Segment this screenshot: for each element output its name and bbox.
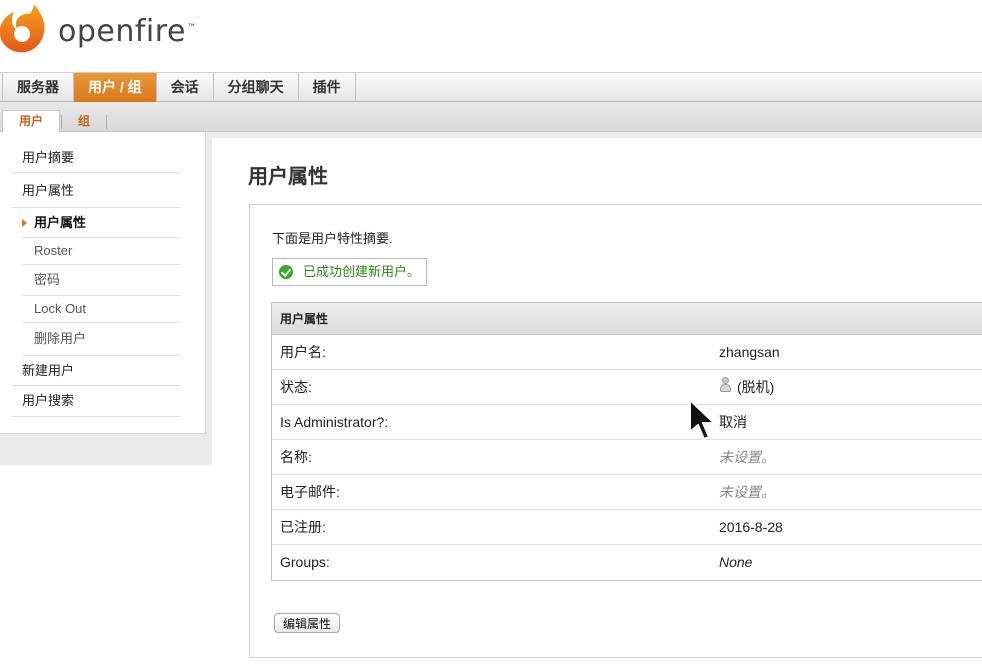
table-row: Is Administrator?: 取消 [272,405,982,440]
sidebar-subitem-password[interactable]: 密码 [22,265,180,296]
row-label: Groups: [280,554,330,570]
tab-plugins[interactable]: 插件 [299,73,356,102]
row-value-status: (脱机) [719,370,774,404]
sidebar-subitem-user-properties[interactable]: 用户属性 [22,208,180,238]
properties-table-header: 用户属性 [272,303,982,335]
openfire-logo-icon [0,4,45,53]
row-label: 状态: [280,379,312,395]
table-row: 用户名: zhangsan [272,335,982,370]
row-label: 已注册: [280,519,326,535]
success-check-icon [279,265,293,279]
mouse-pointer-icon [689,399,715,440]
subtab-users[interactable]: 用户 [2,110,60,132]
row-label: 名称: [280,449,312,465]
table-row: 名称: 未设置。 [272,440,982,475]
sidebar-item-user-search[interactable]: 用户搜索 [12,386,180,417]
row-value: 取消 [719,414,747,430]
row-value: 未设置。 [719,484,775,500]
tab-server[interactable]: 服务器 [2,73,74,102]
sidebar-item-new-user[interactable]: 新建用户 [12,356,180,386]
sidebar: 用户摘要 用户属性 用户属性 Roster 密码 Lock Out 删除用户 新… [0,132,206,434]
content-top-strip [207,132,982,138]
table-row: 电子邮件: 未设置。 [272,475,982,510]
offline-user-icon [719,377,731,393]
sidebar-subitem-roster[interactable]: Roster [22,238,180,265]
status-text: (脱机) [737,379,775,395]
table-row: 状态: (脱机) [272,370,982,405]
tab-sessions[interactable]: 会话 [157,73,214,102]
intro-text: 下面是用户特性摘要. [272,231,393,246]
row-value: zhangsan [719,344,780,360]
row-value: 2016-8-28 [719,519,783,535]
page-title: 用户属性 [248,166,328,188]
sub-nav: 用户 组 [0,102,982,132]
row-value: None [719,554,753,570]
row-value: 未设置。 [719,449,775,465]
tab-users-groups[interactable]: 用户 / 组 [74,73,157,102]
main-nav: 服务器 用户 / 组 会话 分组聊天 插件 [0,72,982,102]
subtab-groups[interactable]: 组 [62,111,106,131]
edit-properties-button[interactable]: 编辑属性 [274,613,341,633]
properties-table: 用户属性 用户名: zhangsan 状态: (脱机) Is Administr… [271,302,982,581]
table-row: 已注册: 2016-8-28 [272,510,982,545]
table-row: Groups: None [272,545,982,580]
success-message: 已成功创建新用户。 [272,258,427,286]
brand-name: openfire™ [58,14,197,49]
tab-group-chat[interactable]: 分组聊天 [214,73,299,102]
sidebar-subitem-delete-user[interactable]: 删除用户 [22,323,180,356]
header: openfire™ [0,0,982,72]
sidebar-subitem-lock-out[interactable]: Lock Out [22,296,180,323]
sidebar-item-user-properties[interactable]: 用户属性 [12,174,180,208]
subtab-separator [106,115,107,129]
row-label: 用户名: [280,344,326,360]
row-label: 电子邮件: [280,484,340,500]
success-message-text: 已成功创建新用户。 [303,264,421,279]
current-arrow-icon [22,218,27,227]
sidebar-subitem-label: 用户属性 [34,215,87,230]
sidebar-item-user-summary[interactable]: 用户摘要 [12,144,180,173]
row-label: Is Administrator?: [280,414,389,430]
